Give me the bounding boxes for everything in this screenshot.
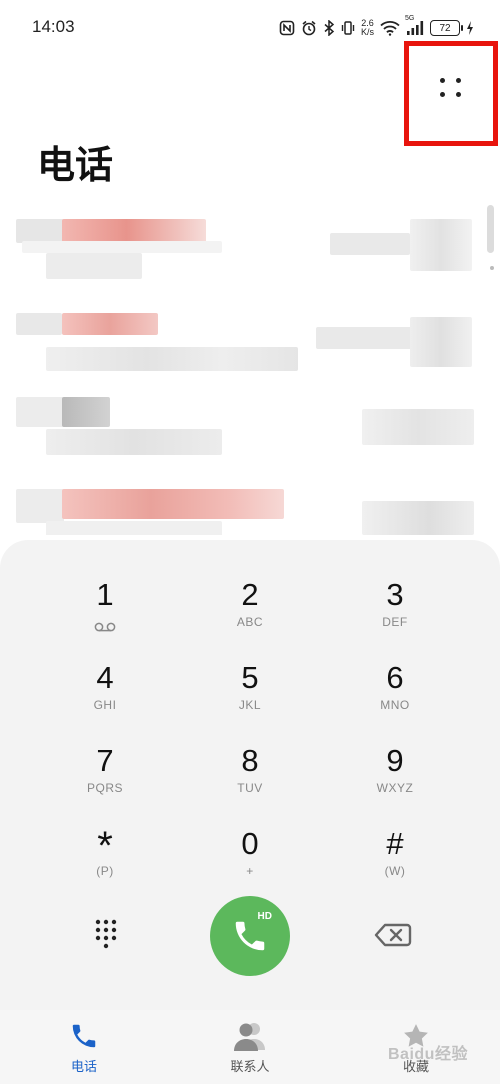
- call-log-entry[interactable]: [0, 389, 480, 471]
- phone-icon: [69, 1020, 99, 1052]
- nav-label: 电话: [70, 1060, 97, 1075]
- key-letters: MNO: [380, 698, 410, 712]
- key-hash[interactable]: # (W): [335, 826, 455, 896]
- nav-label: 联系人: [230, 1060, 270, 1075]
- key-letters: PQRS: [86, 781, 123, 795]
- keypad-toggle-button[interactable]: [84, 912, 128, 956]
- key-letters: DEF: [382, 615, 408, 629]
- key-digit: 1: [96, 577, 114, 612]
- key-5[interactable]: 5 JKL: [190, 660, 310, 730]
- status-time: 14:03: [32, 17, 75, 36]
- call-button[interactable]: HD: [210, 896, 290, 976]
- key-3[interactable]: 3 DEF: [335, 577, 455, 647]
- key-8[interactable]: 8 TUV: [190, 743, 310, 813]
- key-7[interactable]: 7 PQRS: [45, 743, 165, 813]
- keypad-icon: [95, 919, 117, 949]
- call-log-entry[interactable]: [0, 485, 480, 535]
- phone-icon: [235, 921, 265, 951]
- backspace-icon: [374, 923, 412, 947]
- alarm-icon: [301, 20, 317, 36]
- key-digit: *: [97, 824, 113, 868]
- key-2[interactable]: 2 ABC: [190, 577, 310, 647]
- scrollbar-thumb[interactable]: [487, 205, 494, 253]
- call-log-list: [0, 205, 500, 535]
- net-speed: 2.6 K/s: [361, 19, 374, 37]
- key-digit: 6: [386, 660, 404, 695]
- more-dots-icon: [434, 72, 466, 104]
- key-letters: +: [246, 864, 254, 878]
- key-letters: (W): [384, 864, 406, 878]
- key-digit: 2: [241, 577, 259, 612]
- charging-icon: [466, 20, 474, 36]
- key-letters: ABC: [236, 615, 264, 629]
- status-icons: 2.6 K/s 5G 72: [279, 15, 474, 40]
- battery-indicator: 72: [430, 20, 463, 36]
- key-digit: #: [386, 826, 404, 861]
- network-type: 5G: [405, 15, 415, 22]
- key-letters: GHI: [93, 698, 117, 712]
- key-star[interactable]: * (P): [45, 826, 165, 896]
- watermark: Baidu经验: [388, 1046, 468, 1063]
- key-digit: 0: [241, 826, 259, 861]
- key-letters: JKL: [238, 698, 262, 712]
- key-letters: TUV: [237, 781, 263, 795]
- call-log-entry[interactable]: [0, 205, 480, 287]
- key-letters: (P): [96, 864, 114, 878]
- net-speed-unit: K/s: [360, 27, 374, 37]
- key-letters: WXYZ: [376, 781, 414, 795]
- hd-badge: HD: [257, 911, 272, 922]
- backspace-button[interactable]: [372, 918, 416, 952]
- nav-item-phone[interactable]: 电话: [24, 1010, 144, 1084]
- wifi-icon: [380, 20, 400, 36]
- key-digit: 7: [96, 743, 114, 778]
- page-title: 电话: [37, 143, 114, 187]
- bluetooth-icon: [323, 20, 335, 36]
- key-digit: 8: [241, 743, 259, 778]
- key-0[interactable]: 0 +: [190, 826, 310, 896]
- battery-level: 72: [439, 22, 451, 34]
- dialpad: 1 2 ABC 3 DEF 4 GHI 5 JKL 6 MNO 7 PQRS 8…: [0, 540, 500, 1010]
- cell-signal-icon: 5G: [405, 15, 424, 36]
- key-6[interactable]: 6 MNO: [335, 660, 455, 730]
- key-digit: 5: [241, 660, 259, 695]
- key-9[interactable]: 9 WXYZ: [335, 743, 455, 813]
- call-log-entry[interactable]: [0, 301, 480, 383]
- key-digit: 4: [96, 660, 114, 695]
- contacts-icon: [233, 1020, 267, 1052]
- vibrate-icon: [341, 20, 355, 36]
- key-digit: 3: [386, 577, 404, 612]
- key-1[interactable]: 1: [45, 577, 165, 647]
- voicemail-icon: [94, 617, 116, 636]
- scrollbar-indicator: [490, 266, 494, 270]
- nfc-icon: [279, 20, 295, 36]
- nav-item-contacts[interactable]: 联系人: [190, 1010, 310, 1084]
- key-digit: 9: [386, 743, 404, 778]
- key-4[interactable]: 4 GHI: [45, 660, 165, 730]
